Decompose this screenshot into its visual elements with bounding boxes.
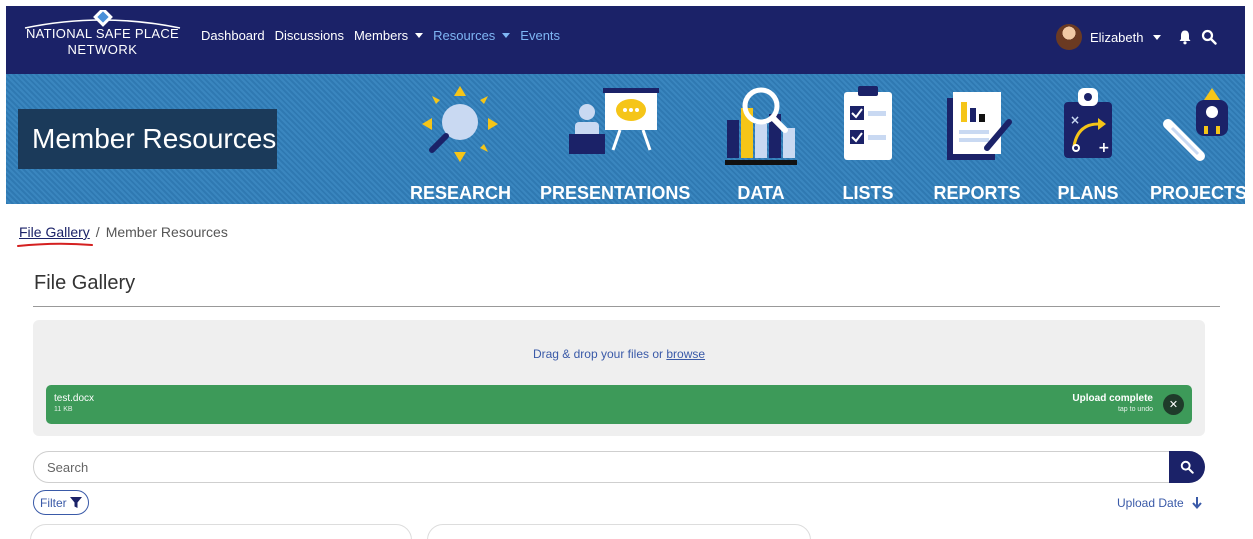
tile-data[interactable]: DATA: [716, 84, 806, 204]
nav-label: Resources: [433, 27, 496, 43]
tile-label: REPORTS: [933, 183, 1021, 203]
nav-resources[interactable]: Resources: [433, 27, 511, 43]
sort-control[interactable]: Upload Date: [1117, 496, 1202, 510]
dropzone-text: Drag & drop your files or: [532, 347, 667, 361]
resources-banner: Member Resources RESEARCH PRESENTATIONS …: [6, 74, 1248, 204]
red-underline-annotation: [17, 242, 93, 247]
tile-reports[interactable]: REPORTS: [932, 84, 1022, 204]
tile-label: PLANS: [1057, 183, 1119, 203]
tap-to-undo[interactable]: tap to undo: [1118, 406, 1153, 413]
svg-text:+: +: [1098, 140, 1110, 156]
tile-label: PRESENTATIONS: [540, 183, 691, 203]
svg-text:×: ×: [1070, 113, 1080, 127]
page-title: File Gallery: [34, 272, 136, 294]
checklist-icon: [844, 86, 892, 160]
plan-strategy-icon: × +: [1064, 88, 1112, 158]
tile-projects[interactable]: PROJECTS: [1150, 84, 1248, 204]
user-name[interactable]: Elizabeth: [1090, 30, 1143, 45]
search-icon[interactable]: [1201, 29, 1218, 45]
presentation-icon: [569, 88, 659, 154]
breadcrumb: File Gallery / Member Resources: [19, 224, 228, 240]
tile-presentations[interactable]: PRESENTATIONS: [540, 84, 690, 204]
avatar[interactable]: [1056, 24, 1082, 50]
nav-events[interactable]: Events: [520, 28, 560, 43]
breadcrumb-separator: /: [95, 224, 100, 240]
file-dropzone[interactable]: Drag & drop your files or browse test.do…: [33, 320, 1205, 436]
bell-icon[interactable]: [1177, 29, 1193, 45]
search-field: [33, 451, 1177, 483]
file-card[interactable]: [30, 524, 412, 539]
nav-label: Events: [520, 27, 561, 43]
dropzone-instructions: Drag & drop your files or browse: [33, 347, 1205, 361]
main-nav: Dashboard Discussions Members Resources …: [201, 6, 560, 64]
caret-down-icon[interactable]: [1153, 34, 1162, 40]
nav-label: Members: [353, 27, 409, 43]
search-button[interactable]: [1169, 451, 1205, 483]
brand-logo[interactable]: NATIONAL SAFE PLACE NETWORK: [20, 10, 185, 70]
tile-label: PROJECTS: [1150, 183, 1248, 203]
user-menu: Elizabeth: [1056, 24, 1218, 50]
filter-button[interactable]: Filter: [33, 490, 89, 515]
file-name: test.docx: [54, 393, 95, 404]
file-card[interactable]: [427, 524, 811, 539]
tile-research[interactable]: RESEARCH: [410, 84, 512, 204]
funnel-icon: [69, 496, 82, 508]
nav-members[interactable]: Members: [353, 27, 424, 43]
nav-label: Dashboard: [201, 27, 265, 43]
remove-file-button[interactable]: ✕: [1163, 394, 1184, 415]
banner-title: Member Resources: [18, 109, 277, 169]
caret-down-icon: [415, 32, 424, 38]
research-icon: [422, 86, 498, 162]
nav-dashboard[interactable]: Dashboard: [201, 28, 265, 43]
brand-line-2: NETWORK: [67, 42, 138, 57]
close-icon: ✕: [1168, 399, 1179, 411]
tile-plans[interactable]: × + PLANS: [1050, 84, 1126, 204]
caret-down-icon: [502, 32, 511, 38]
file-size: 11 KB: [54, 406, 73, 413]
brand-line-1: NATIONAL SAFE PLACE: [25, 26, 180, 41]
tile-label: LISTS: [842, 183, 894, 203]
search-input[interactable]: [34, 452, 1176, 482]
upload-status: Upload complete: [1072, 393, 1153, 404]
tile-lists[interactable]: LISTS: [832, 84, 904, 204]
filter-label: Filter: [40, 495, 67, 510]
report-icon: [947, 92, 1012, 160]
data-chart-icon: [725, 87, 797, 165]
arrow-down-icon: [1191, 497, 1202, 509]
breadcrumb-current: Member Resources: [105, 224, 228, 240]
uploaded-file-item: test.docx 11 KB Upload complete tap to u…: [46, 385, 1192, 424]
nav-label: Discussions: [274, 27, 344, 43]
search-icon: [1180, 460, 1194, 474]
tile-label: DATA: [737, 183, 785, 203]
browse-link[interactable]: browse: [666, 347, 705, 361]
top-navbar: NATIONAL SAFE PLACE NETWORK Dashboard Di…: [6, 6, 1245, 74]
tile-label: RESEARCH: [410, 183, 512, 203]
title-divider: [33, 306, 1220, 307]
sort-label: Upload Date: [1117, 496, 1184, 510]
nav-discussions[interactable]: Discussions: [275, 28, 344, 43]
rocket-icon: [1162, 88, 1228, 161]
breadcrumb-file-gallery[interactable]: File Gallery: [19, 224, 90, 240]
